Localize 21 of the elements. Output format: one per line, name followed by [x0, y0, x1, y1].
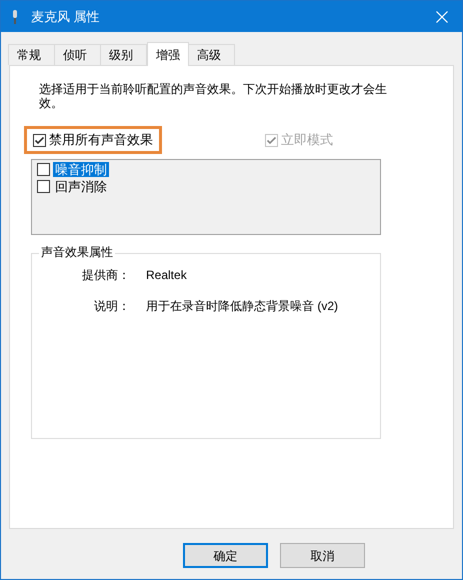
checkbox[interactable]: [37, 163, 50, 176]
list-item[interactable]: 回声消除: [53, 179, 109, 194]
window-title: 麦克风 属性: [31, 8, 100, 26]
group-title: 声音效果属性: [39, 245, 115, 259]
microphone-icon: [11, 10, 19, 24]
property-label: 说明：: [93, 298, 131, 315]
dialog-button[interactable]: 取消: [280, 543, 365, 568]
property-value: Realtek: [146, 267, 188, 284]
checkbox[interactable]: [33, 134, 46, 146]
tab[interactable]: 增强: [147, 42, 189, 66]
description-text: 选择适用于当前聆听配置的声音效果。下次开始播放时更改才会生效。: [38, 82, 388, 110]
tab[interactable]: 级别: [100, 44, 147, 65]
tab[interactable]: 高级: [188, 44, 235, 65]
dialog-button[interactable]: 确定: [183, 543, 268, 568]
tab[interactable]: 常规: [8, 44, 55, 65]
property-label: 提供商：: [81, 267, 131, 284]
close-icon[interactable]: [436, 10, 448, 22]
list-item[interactable]: 噪音抑制: [53, 162, 109, 177]
property-value: 用于在录音时降低静态背景噪音 (v2): [146, 298, 339, 315]
checkbox[interactable]: [37, 180, 50, 193]
checkbox-label[interactable]: 禁用所有声音效果: [49, 130, 153, 150]
